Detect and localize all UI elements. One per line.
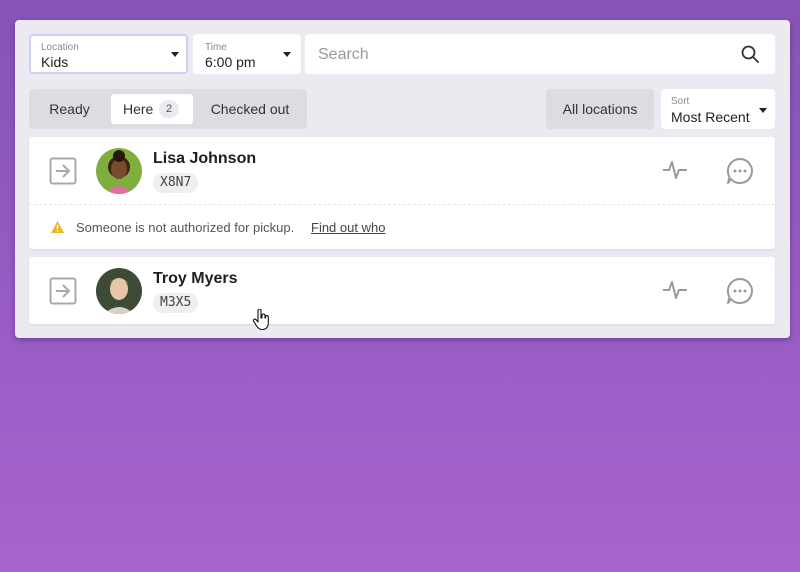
- chevron-down-icon: [283, 52, 291, 57]
- avatar: [96, 268, 142, 314]
- time-value: 6:00 pm: [205, 54, 256, 70]
- check-out-arrow-icon[interactable]: [49, 157, 77, 185]
- tab-here[interactable]: Here 2: [111, 94, 193, 124]
- location-select[interactable]: Location Kids: [29, 34, 188, 74]
- security-code: M3X5: [153, 293, 199, 313]
- avatar: [96, 148, 142, 194]
- search-input[interactable]: Search: [318, 46, 369, 64]
- activity-icon[interactable]: [662, 159, 688, 181]
- tab-here-label: Here: [123, 101, 154, 117]
- time-select[interactable]: Time 6:00 pm: [193, 34, 301, 74]
- hand-cursor-icon: [252, 309, 269, 331]
- search-field[interactable]: Search: [305, 34, 775, 74]
- check-ins-panel: Location Kids Time 6:00 pm Search Ready …: [15, 20, 790, 338]
- sort-value: Most Recent: [671, 109, 750, 125]
- tab-ready[interactable]: Ready: [37, 94, 102, 124]
- person-card: Lisa Johnson X8N7 Someone is not authori…: [29, 137, 775, 249]
- chevron-down-icon: [759, 108, 767, 113]
- person-row[interactable]: Troy Myers M3X5: [29, 257, 775, 324]
- person-card: Troy Myers M3X5: [29, 257, 775, 324]
- sort-select[interactable]: Sort Most Recent: [661, 89, 775, 129]
- security-code: X8N7: [153, 173, 199, 193]
- message-icon[interactable]: [725, 276, 755, 306]
- count-badge: 2: [159, 100, 179, 118]
- tab-checked-out[interactable]: Checked out: [201, 94, 299, 124]
- person-row[interactable]: Lisa Johnson X8N7: [29, 137, 775, 204]
- status-tabs: Ready Here 2 Checked out: [29, 89, 307, 129]
- find-out-who-link[interactable]: Find out who: [311, 220, 385, 235]
- warning-icon: [51, 221, 64, 233]
- message-icon[interactable]: [725, 156, 755, 186]
- time-label: Time: [205, 42, 227, 53]
- all-locations-button[interactable]: All locations: [546, 89, 654, 129]
- sort-label: Sort: [671, 96, 690, 107]
- divider: [29, 204, 775, 205]
- location-value: Kids: [41, 54, 69, 70]
- location-label: Location: [41, 42, 79, 53]
- alert-message: Someone is not authorized for pickup.: [76, 220, 295, 235]
- check-out-arrow-icon[interactable]: [49, 277, 77, 305]
- activity-icon[interactable]: [662, 279, 688, 301]
- chevron-down-icon: [171, 52, 179, 57]
- search-icon[interactable]: [741, 45, 759, 63]
- person-name: Troy Myers: [153, 270, 238, 287]
- person-name: Lisa Johnson: [153, 150, 257, 167]
